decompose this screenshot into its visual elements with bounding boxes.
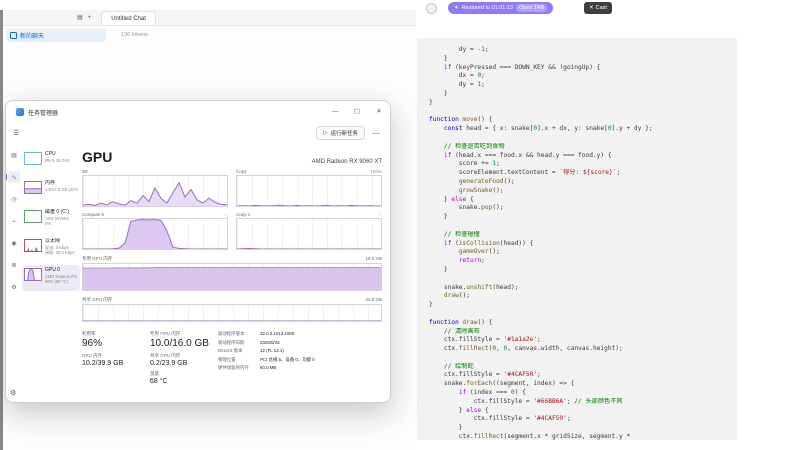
run-new-task-button[interactable]: ▷ 运行新任务: [316, 126, 365, 140]
maximize-icon[interactable]: ▢: [346, 101, 368, 123]
task-manager-icon: [16, 108, 24, 116]
cpu-mini-chart: [24, 152, 42, 165]
stat-item: 利用率96%: [82, 331, 142, 349]
engine-selector-copy1[interactable]: Copy 1 ⌄: [236, 211, 382, 217]
processes-icon[interactable]: ▤: [8, 149, 20, 161]
new-tab-icon[interactable]: +: [88, 15, 92, 21]
minimize-icon[interactable]: —: [324, 101, 346, 123]
cast-label: Cast: [596, 5, 607, 11]
gpu-stats: 利用率96% GPU 内存10.2/39.9 GB 专用 GPU 内存10.0/1…: [82, 331, 382, 389]
stat-item: 专用 GPU 内存10.0/16.0 GB: [150, 331, 210, 349]
tab-untitled-chat[interactable]: Untitled Chat: [101, 11, 156, 25]
gpu-panel: GPU AMD Radeon RX 9060 XT 3D Copy 100% C…: [82, 147, 382, 400]
engine-selector-compute0[interactable]: Compute 0 ⌄: [82, 211, 228, 217]
open-tab-action[interactable]: Open TAB: [516, 4, 547, 12]
driver-row: 驱动程序版本32.0.2.1013.1000: [218, 331, 382, 337]
chat-bubble-icon: [10, 32, 17, 39]
restore-text: Restored to 01:01:13: [462, 5, 513, 11]
task-manager-window: 任务管理器 — ▢ ✕ ☰ ▷ 运行新任务 ⋯ ▤ ∿ ◷ ⌁ ◉ ≣ ⚙ CPU8% 5.…: [5, 100, 391, 403]
desktop: ▤ + Untitled Chat 新的聊天 136 tokens ✦ Rest…: [0, 0, 800, 450]
chat-titlebar: ▤ + Untitled Chat: [3, 10, 416, 26]
dedicated-memory-total: 16.0 GB: [365, 256, 382, 262]
gpu-0-mini-chart: [24, 268, 42, 281]
close-window-icon[interactable]: ✕: [368, 101, 390, 123]
gpu-3d-chart: [82, 175, 228, 207]
sidebar-item-new-chat[interactable]: 新的聊天: [6, 29, 106, 42]
disk-0-mini-chart: [24, 210, 42, 223]
services-icon[interactable]: ⚙: [8, 281, 20, 293]
tm-toolbar: ☰ ▷ 运行新任务 ⋯: [6, 123, 390, 143]
gpu-device-name: AMD Radeon RX 9060 XT: [312, 159, 382, 165]
status-circle-icon[interactable]: [426, 3, 437, 14]
stats-column-2: 专用 GPU 内存10.0/16.0 GB 共享 GPU 内存0.2/23.9 G…: [150, 331, 210, 389]
dedicated-memory-chart: [82, 263, 382, 291]
stat-item: 温度68 °C: [150, 371, 210, 385]
engine-copy-label: Copy: [236, 169, 247, 174]
ethernet-mini-chart: [24, 239, 42, 252]
shared-memory-label: 共享 GPU 内存: [82, 297, 112, 303]
tm-nav-rail: ▤ ∿ ◷ ⌁ ◉ ≣ ⚙: [6, 149, 22, 293]
device-item-memory[interactable]: 内存4.8/47.8 GB (10%): [22, 178, 80, 204]
settings-icon[interactable]: ⚙: [10, 389, 16, 397]
restore-pill[interactable]: ✦ Restored to 01:01:13 Open TAB: [448, 2, 553, 14]
memory-mini-chart: [24, 181, 42, 194]
code-lines: dy = -1; } if (keyPressed === DOWN_KEY &…: [417, 38, 737, 442]
chat-left-rail: [0, 10, 3, 450]
app-history-icon[interactable]: ◷: [8, 193, 20, 205]
details-icon[interactable]: ≣: [8, 259, 20, 271]
driver-info: 驱动程序版本32.0.2.1013.1000 驱动程序日期2025/5/26 Dir…: [218, 331, 382, 389]
startup-apps-icon[interactable]: ⌁: [8, 215, 20, 227]
scale-label: 100%: [370, 169, 382, 174]
gpu-copy-chart: [236, 175, 382, 207]
gpu-page-title: GPU: [82, 149, 112, 165]
driver-row: DirectX 版本12 (FL 12.1): [218, 348, 382, 354]
device-item-gpu-0[interactable]: GPU 0AMD Radeon RX 9060 XT96% (68 °C): [22, 265, 80, 291]
gpu-copy1-chart: [236, 218, 382, 250]
stat-item: 共享 GPU 内存0.2/23.9 GB: [150, 353, 210, 367]
shared-memory-chart: [82, 304, 382, 322]
driver-row: 硬件保留的内存80.0 MB: [218, 365, 382, 371]
dedicated-memory-label: 专用 GPU 内存: [82, 256, 112, 262]
code-editor-panel[interactable]: dy = -1; } if (keyPressed === DOWN_KEY &…: [417, 38, 737, 440]
device-list: CPU8% 5.26 GHz 内存4.8/47.8 GB (10%) 磁盘 0 (C…: [22, 149, 80, 294]
run-icon: ▷: [323, 130, 327, 136]
window-title: 任务管理器: [28, 108, 324, 117]
engine-3d-label: 3D: [82, 169, 88, 174]
new-chat-label: 新的聊天: [20, 31, 44, 40]
more-options-icon[interactable]: ⋯: [372, 129, 380, 138]
chevron-down-icon: ⌄: [378, 211, 382, 217]
close-icon: ✕: [589, 5, 594, 11]
performance-icon[interactable]: ∿: [8, 171, 20, 183]
tab-list-icon[interactable]: ▤: [77, 14, 83, 21]
sparkle-icon: ✦: [454, 5, 459, 11]
driver-row: 物理位置PCI 总线 5、设备 0、功能 0: [218, 357, 382, 363]
menu-icon[interactable]: ☰: [13, 129, 19, 137]
chevron-down-icon: ⌄: [224, 211, 228, 217]
users-icon[interactable]: ◉: [8, 237, 20, 249]
cast-button[interactable]: ✕ Cast: [584, 2, 612, 14]
tm-body: ▤ ∿ ◷ ⌁ ◉ ≣ ⚙ CPU8% 5.26 GHz 内存4.8/47.8 GB (10%…: [6, 147, 390, 402]
token-count: 136 tokens: [121, 32, 148, 38]
tab-label: Untitled Chat: [111, 16, 146, 22]
stats-column-1: 利用率96% GPU 内存10.2/39.9 GB: [82, 331, 142, 389]
device-item-cpu[interactable]: CPU8% 5.26 GHz: [22, 149, 80, 175]
driver-row: 驱动程序日期2025/5/26: [218, 340, 382, 346]
stat-item: GPU 内存10.2/39.9 GB: [82, 353, 142, 367]
task-manager-titlebar[interactable]: 任务管理器 — ▢ ✕: [6, 101, 390, 123]
run-new-task-label: 运行新任务: [330, 129, 358, 137]
device-item-ethernet[interactable]: 以太网发送: 0 Kbps接收: 40.0 Kbps: [22, 236, 80, 262]
shared-memory-total: 23.9 GB: [365, 297, 382, 303]
device-item-disk-0[interactable]: 磁盘 0 (C:)SSD (NVMe)0%: [22, 207, 80, 233]
gpu-compute0-chart: [82, 218, 228, 250]
